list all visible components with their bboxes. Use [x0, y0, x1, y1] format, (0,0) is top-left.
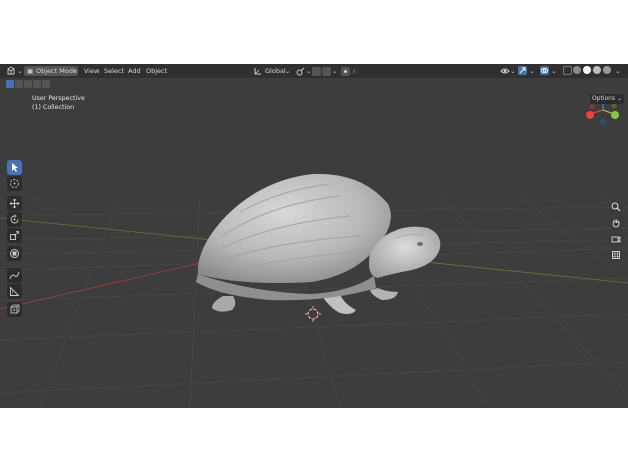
chevron-down-icon: ⌄ [72, 66, 78, 73]
annotate-icon [9, 271, 20, 280]
chevron-down-icon: ⌄ [615, 67, 621, 75]
move-icon [9, 198, 20, 209]
ortho-toggle-button[interactable] [609, 248, 623, 262]
mode-label: Object Mode [36, 67, 77, 75]
menu-select[interactable]: Select [104, 64, 124, 78]
menu-add[interactable]: Add [128, 64, 141, 78]
options-dropdown[interactable]: Options ⌄ [590, 94, 624, 104]
gizmo-toggle-icon[interactable] [518, 66, 527, 75]
camera-icon [611, 236, 621, 243]
cursor-tool[interactable] [7, 176, 22, 191]
measure-tool[interactable] [7, 284, 22, 299]
transform-tool[interactable] [7, 246, 22, 261]
measure-icon [10, 286, 20, 296]
select-box-tool[interactable] [7, 160, 22, 175]
snap-icon[interactable] [312, 67, 321, 76]
3d-viewport-icon[interactable] [6, 66, 15, 75]
chevron-down-icon: ⌄ [510, 67, 516, 75]
chevron-down-icon: ⌄ [306, 67, 312, 75]
scale-icon [10, 231, 19, 240]
grid-ortho-icon [612, 251, 620, 259]
orientation-dropdown[interactable]: Global [265, 64, 286, 78]
pan-button[interactable] [609, 216, 623, 230]
annotate-tool[interactable] [7, 268, 22, 283]
solid-shading-icon[interactable] [583, 66, 591, 74]
menu-object[interactable]: Object [146, 64, 167, 78]
add-cube-icon [10, 304, 20, 314]
move-tool[interactable] [7, 196, 22, 211]
wireframe-shading-icon[interactable] [573, 66, 581, 74]
pivot-icon[interactable] [296, 67, 305, 76]
hand-pan-icon [612, 219, 620, 228]
collection-label: (1) Collection [32, 104, 75, 111]
3d-viewport[interactable]: User Perspective (1) Collection Options … [0, 78, 628, 408]
object-mode-icon: ▣ [27, 67, 34, 75]
falloff-icon[interactable]: ∧ [352, 64, 357, 78]
proportional-edit-icon[interactable] [341, 67, 350, 76]
options-label: Options [591, 95, 616, 102]
orientation-icon [253, 66, 263, 76]
chevron-down-icon: ⌄ [529, 67, 535, 75]
overlay-toggle-icon[interactable] [540, 66, 549, 75]
turtle-mesh [196, 173, 441, 314]
scale-tool[interactable] [7, 228, 22, 243]
viewport-canvas [0, 94, 628, 408]
camera-view-button[interactable] [609, 232, 623, 246]
zoom-icon [611, 202, 621, 212]
xray-toggle-icon[interactable] [563, 66, 572, 75]
chevron-down-icon: ⌄ [285, 67, 291, 75]
material-shading-icon[interactable] [593, 66, 601, 74]
chevron-down-icon: ⌄ [551, 67, 557, 75]
viewport-header: ⌄ ▣ Object Mode ⌄ View Select Add Object… [0, 64, 628, 78]
snap-target-icon[interactable] [322, 67, 331, 76]
chevron-down-icon: ⌄ [617, 95, 623, 102]
visibility-icon[interactable] [500, 66, 510, 76]
zoom-button[interactable] [609, 200, 623, 214]
cursor-icon [10, 179, 19, 188]
chevron-down-icon: ⌄ [332, 67, 338, 75]
rendered-shading-icon[interactable] [603, 66, 611, 74]
select-box-icon [12, 163, 18, 172]
rotate-icon [10, 214, 19, 224]
perspective-label: User Perspective [32, 95, 85, 102]
chevron-down-icon: ⌄ [17, 67, 23, 75]
mode-selector[interactable]: ▣ Object Mode ⌄ [24, 66, 78, 76]
menu-view[interactable]: View [84, 64, 99, 78]
transform-icon [10, 249, 19, 258]
rotate-tool[interactable] [7, 212, 22, 227]
blender-window: ⌄ ▣ Object Mode ⌄ View Select Add Object… [0, 64, 628, 408]
add-cube-tool[interactable] [7, 302, 22, 317]
